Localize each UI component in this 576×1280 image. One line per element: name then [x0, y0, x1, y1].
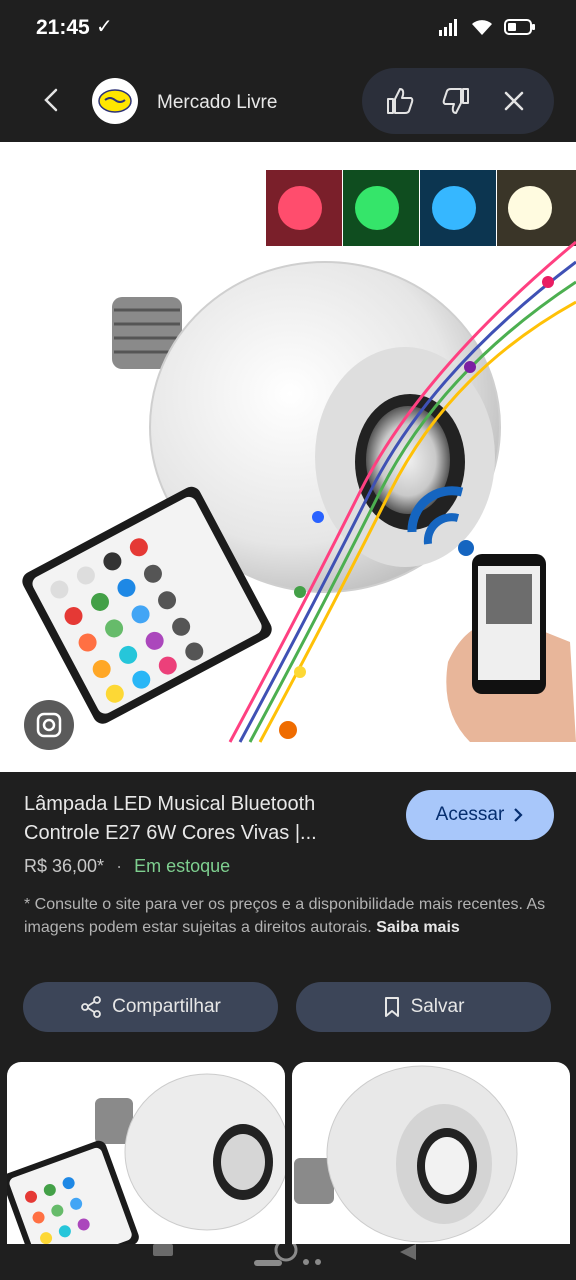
product-title[interactable]: Lâmpada LED Musical Bluetooth Controle E… [24, 790, 374, 848]
status-bar: 21:45 ✓ [0, 0, 576, 58]
share-icon [81, 996, 102, 1018]
separator-dot: · [116, 856, 123, 876]
access-button[interactable]: Acessar [406, 790, 554, 840]
lens-icon [36, 712, 62, 738]
price-disclaimer: * Consulte o site para ver os preços e a… [24, 893, 560, 939]
back-arrow-icon[interactable] [38, 84, 66, 116]
share-label: Compartilhar [112, 996, 221, 1017]
nav-icons [153, 1238, 416, 1266]
related-bulb-remote-illustration [7, 1073, 285, 1262]
close-icon[interactable] [498, 85, 530, 117]
status-icons [438, 18, 536, 36]
download-done-icon: ✓ [96, 16, 113, 38]
learn-more-link[interactable]: Saiba mais [376, 919, 460, 936]
thumb-down-icon[interactable] [440, 85, 472, 117]
google-lens-button[interactable] [24, 700, 74, 750]
signal-icon [439, 19, 457, 36]
site-name[interactable]: Mercado Livre [157, 92, 277, 114]
related-image-2[interactable] [292, 1062, 570, 1262]
thumb-up-icon[interactable] [384, 85, 416, 117]
feedback-actions [362, 68, 554, 134]
product-illustration [22, 170, 576, 743]
access-label: Acessar [435, 804, 505, 825]
related-image-1[interactable] [7, 1062, 285, 1262]
wifi-icon [472, 20, 492, 35]
mercado-livre-logo-icon [98, 89, 132, 113]
site-logo[interactable] [92, 78, 138, 124]
stock-status: Em estoque [134, 856, 231, 876]
bookmark-icon [384, 997, 399, 1017]
status-time: 21:45 [36, 16, 90, 39]
chevron-right-icon [514, 808, 523, 822]
product-price: R$ 36,00* [24, 856, 105, 876]
save-label: Salvar [410, 996, 465, 1017]
price-row: R$ 36,00* · Em estoque [24, 856, 230, 877]
battery-icon [504, 19, 535, 35]
product-image[interactable] [0, 142, 576, 772]
result-header: Mercado Livre [0, 58, 576, 142]
save-button[interactable]: Salvar [296, 982, 551, 1032]
disclaimer-text: * Consulte o site para ver os preços e a… [24, 896, 546, 936]
system-navigation-bar [0, 1238, 576, 1280]
share-button[interactable]: Compartilhar [23, 982, 278, 1032]
related-bulb-illustration [294, 1065, 518, 1243]
